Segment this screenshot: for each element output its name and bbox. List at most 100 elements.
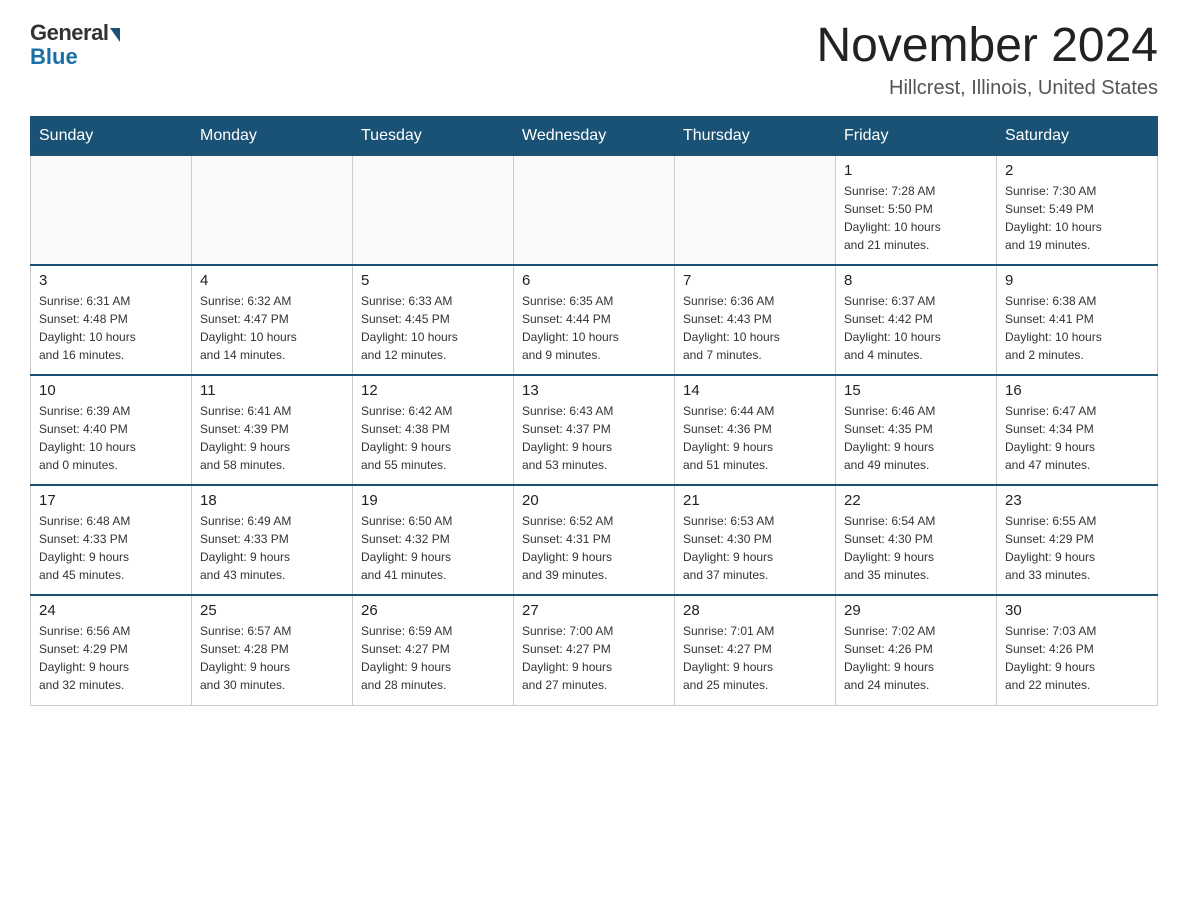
logo-blue-text: Blue <box>30 44 78 70</box>
calendar-cell: 2Sunrise: 7:30 AM Sunset: 5:49 PM Daylig… <box>997 155 1158 265</box>
title-block: November 2024 Hillcrest, Illinois, Unite… <box>816 20 1158 100</box>
day-info: Sunrise: 6:49 AM Sunset: 4:33 PM Dayligh… <box>200 512 344 584</box>
day-info: Sunrise: 6:42 AM Sunset: 4:38 PM Dayligh… <box>361 402 505 474</box>
calendar-table: SundayMondayTuesdayWednesdayThursdayFrid… <box>30 116 1158 706</box>
calendar-cell: 1 Sunrise: 7:28 AM Sunset: 5:50 PM Daylig… <box>836 155 997 265</box>
page-header: General Blue November 2024 Hillcrest, Il… <box>30 20 1158 100</box>
calendar-cell <box>514 155 675 265</box>
column-header-thursday: Thursday <box>675 116 836 155</box>
day-info: Sunrise: 6:56 AM Sunset: 4:29 PM Dayligh… <box>39 622 183 694</box>
day-info: Sunrise: 6:52 AM Sunset: 4:31 PM Dayligh… <box>522 512 666 584</box>
calendar-cell: 9 Sunrise: 6:38 AM Sunset: 4:41 PM Daylig… <box>997 265 1158 375</box>
day-info: Sunrise: 7:28 AM Sunset: 5:50 PM Dayligh… <box>844 182 988 254</box>
day-info: Sunrise: 6:38 AM Sunset: 4:41 PM Dayligh… <box>1005 292 1149 364</box>
calendar-week-row: 17 Sunrise: 6:48 AM Sunset: 4:33 PM Dayli… <box>31 485 1158 595</box>
day-number: 13 <box>522 382 666 399</box>
day-info: Sunrise: 6:36 AM Sunset: 4:43 PM Dayligh… <box>683 292 827 364</box>
calendar-cell: 16Sunrise: 6:47 AM Sunset: 4:34 PM Dayli… <box>997 375 1158 485</box>
day-number: 12 <box>361 382 505 399</box>
day-number: 4 <box>200 272 344 289</box>
calendar-cell: 21 Sunrise: 6:53 AM Sunset: 4:30 PM Dayli… <box>675 485 836 595</box>
logo: General Blue <box>30 20 120 70</box>
day-info: Sunrise: 6:53 AM Sunset: 4:30 PM Dayligh… <box>683 512 827 584</box>
calendar-cell: 12 Sunrise: 6:42 AM Sunset: 4:38 PM Dayli… <box>353 375 514 485</box>
day-number: 29 <box>844 602 988 619</box>
calendar-cell: 18 Sunrise: 6:49 AM Sunset: 4:33 PM Dayli… <box>192 485 353 595</box>
calendar-cell: 4 Sunrise: 6:32 AM Sunset: 4:47 PM Daylig… <box>192 265 353 375</box>
day-number: 10 <box>39 382 183 399</box>
day-number: 16 <box>1005 382 1149 399</box>
day-info: Sunrise: 6:35 AM Sunset: 4:44 PM Dayligh… <box>522 292 666 364</box>
calendar-cell: 17 Sunrise: 6:48 AM Sunset: 4:33 PM Dayli… <box>31 485 192 595</box>
logo-arrow-icon <box>110 28 120 42</box>
calendar-week-row: 10 Sunrise: 6:39 AM Sunset: 4:40 PM Dayli… <box>31 375 1158 485</box>
day-info: Sunrise: 6:43 AM Sunset: 4:37 PM Dayligh… <box>522 402 666 474</box>
calendar-cell: 25 Sunrise: 6:57 AM Sunset: 4:28 PM Dayli… <box>192 595 353 705</box>
day-info: Sunrise: 7:02 AM Sunset: 4:26 PM Dayligh… <box>844 622 988 694</box>
day-info: Sunrise: 6:55 AM Sunset: 4:29 PM Dayligh… <box>1005 512 1149 584</box>
column-header-friday: Friday <box>836 116 997 155</box>
day-info: Sunrise: 6:33 AM Sunset: 4:45 PM Dayligh… <box>361 292 505 364</box>
day-number: 15 <box>844 382 988 399</box>
calendar-cell: 10 Sunrise: 6:39 AM Sunset: 4:40 PM Dayli… <box>31 375 192 485</box>
location-subtitle: Hillcrest, Illinois, United States <box>816 77 1158 100</box>
day-info: Sunrise: 6:44 AM Sunset: 4:36 PM Dayligh… <box>683 402 827 474</box>
day-info: Sunrise: 6:59 AM Sunset: 4:27 PM Dayligh… <box>361 622 505 694</box>
calendar-cell: 29 Sunrise: 7:02 AM Sunset: 4:26 PM Dayli… <box>836 595 997 705</box>
day-info: Sunrise: 6:48 AM Sunset: 4:33 PM Dayligh… <box>39 512 183 584</box>
day-number: 23 <box>1005 492 1149 509</box>
day-number: 17 <box>39 492 183 509</box>
calendar-cell: 7Sunrise: 6:36 AM Sunset: 4:43 PM Daylig… <box>675 265 836 375</box>
calendar-cell <box>31 155 192 265</box>
day-number: 25 <box>200 602 344 619</box>
day-info: Sunrise: 6:54 AM Sunset: 4:30 PM Dayligh… <box>844 512 988 584</box>
day-number: 2 <box>1005 162 1149 179</box>
day-info: Sunrise: 6:39 AM Sunset: 4:40 PM Dayligh… <box>39 402 183 474</box>
calendar-week-row: 24 Sunrise: 6:56 AM Sunset: 4:29 PM Dayli… <box>31 595 1158 705</box>
day-number: 18 <box>200 492 344 509</box>
calendar-cell: 23 Sunrise: 6:55 AM Sunset: 4:29 PM Dayli… <box>997 485 1158 595</box>
day-number: 1 <box>844 162 988 179</box>
day-number: 21 <box>683 492 827 509</box>
calendar-cell: 8 Sunrise: 6:37 AM Sunset: 4:42 PM Daylig… <box>836 265 997 375</box>
day-info: Sunrise: 6:50 AM Sunset: 4:32 PM Dayligh… <box>361 512 505 584</box>
calendar-week-row: 3Sunrise: 6:31 AM Sunset: 4:48 PM Daylig… <box>31 265 1158 375</box>
day-info: Sunrise: 6:32 AM Sunset: 4:47 PM Dayligh… <box>200 292 344 364</box>
logo-general-text: General <box>30 20 108 46</box>
day-info: Sunrise: 6:37 AM Sunset: 4:42 PM Dayligh… <box>844 292 988 364</box>
column-header-wednesday: Wednesday <box>514 116 675 155</box>
day-number: 14 <box>683 382 827 399</box>
month-title: November 2024 <box>816 20 1158 73</box>
day-number: 22 <box>844 492 988 509</box>
day-info: Sunrise: 7:00 AM Sunset: 4:27 PM Dayligh… <box>522 622 666 694</box>
calendar-cell: 6 Sunrise: 6:35 AM Sunset: 4:44 PM Daylig… <box>514 265 675 375</box>
calendar-cell: 24 Sunrise: 6:56 AM Sunset: 4:29 PM Dayli… <box>31 595 192 705</box>
calendar-cell: 26 Sunrise: 6:59 AM Sunset: 4:27 PM Dayli… <box>353 595 514 705</box>
day-number: 27 <box>522 602 666 619</box>
day-info: Sunrise: 6:41 AM Sunset: 4:39 PM Dayligh… <box>200 402 344 474</box>
day-number: 3 <box>39 272 183 289</box>
calendar-cell: 28Sunrise: 7:01 AM Sunset: 4:27 PM Dayli… <box>675 595 836 705</box>
column-header-monday: Monday <box>192 116 353 155</box>
day-number: 19 <box>361 492 505 509</box>
day-number: 5 <box>361 272 505 289</box>
column-header-saturday: Saturday <box>997 116 1158 155</box>
calendar-cell: 30Sunrise: 7:03 AM Sunset: 4:26 PM Dayli… <box>997 595 1158 705</box>
calendar-cell <box>192 155 353 265</box>
calendar-cell: 19 Sunrise: 6:50 AM Sunset: 4:32 PM Dayli… <box>353 485 514 595</box>
calendar-week-row: 1 Sunrise: 7:28 AM Sunset: 5:50 PM Daylig… <box>31 155 1158 265</box>
calendar-cell: 14 Sunrise: 6:44 AM Sunset: 4:36 PM Dayli… <box>675 375 836 485</box>
calendar-cell <box>353 155 514 265</box>
day-info: Sunrise: 6:46 AM Sunset: 4:35 PM Dayligh… <box>844 402 988 474</box>
calendar-cell: 27 Sunrise: 7:00 AM Sunset: 4:27 PM Dayli… <box>514 595 675 705</box>
day-number: 6 <box>522 272 666 289</box>
calendar-cell: 20 Sunrise: 6:52 AM Sunset: 4:31 PM Dayli… <box>514 485 675 595</box>
day-number: 9 <box>1005 272 1149 289</box>
day-number: 26 <box>361 602 505 619</box>
day-number: 8 <box>844 272 988 289</box>
day-number: 20 <box>522 492 666 509</box>
calendar-cell: 13 Sunrise: 6:43 AM Sunset: 4:37 PM Dayli… <box>514 375 675 485</box>
day-number: 24 <box>39 602 183 619</box>
day-number: 30 <box>1005 602 1149 619</box>
day-info: Sunrise: 6:57 AM Sunset: 4:28 PM Dayligh… <box>200 622 344 694</box>
